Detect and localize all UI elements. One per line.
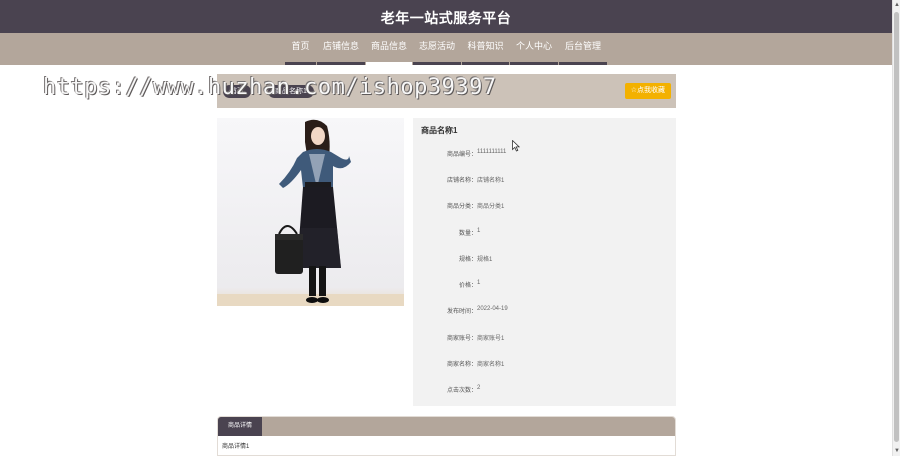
field-label: 价格：	[458, 283, 477, 289]
nav-item-profile[interactable]: 个人中心	[510, 33, 558, 65]
nav-item-products[interactable]: 商品信息	[366, 33, 412, 65]
details-content: 商品详情1	[222, 444, 250, 450]
field-label: 规格：	[458, 257, 477, 263]
info-row: 规格： 规格1	[413, 252, 676, 264]
info-row: 商家账号： 商家账号1	[413, 331, 676, 343]
nav-item-label: 志愿活动	[418, 41, 455, 51]
field-label: 商品分类：	[446, 204, 477, 210]
info-row: 商品编号： 1111111111	[413, 147, 676, 159]
field-value: 商品分类1	[477, 204, 505, 210]
product-photo	[217, 118, 404, 306]
header-bar: 老年一站式服务平台	[0, 0, 892, 33]
site-title: 老年一站式服务平台	[380, 10, 512, 26]
field-value: 2	[477, 385, 481, 391]
field-value: 1	[477, 228, 481, 234]
product-image	[217, 118, 404, 306]
nav-item-label: 店铺信息	[322, 41, 359, 51]
field-value: 1111111111	[477, 149, 507, 155]
info-row: 数量： 1	[413, 226, 676, 238]
field-label: 发布时间：	[446, 309, 477, 315]
field-label: 数量：	[458, 231, 477, 237]
scroll-down-icon[interactable]: ▼	[893, 446, 900, 456]
nav-item-label: 商品信息	[370, 41, 407, 51]
nav-item-shops[interactable]: 店铺信息	[317, 33, 365, 65]
field-label: 商家账号：	[446, 336, 477, 342]
watermark-text: https://www.huzhan.com/ishop39397	[43, 75, 497, 100]
favorite-button[interactable]: ☆点我收藏	[624, 83, 671, 99]
product-name: 商品名称1	[421, 126, 458, 135]
nav-item-label: 个人中心	[515, 41, 552, 51]
tab-product-details[interactable]: 商品详情	[218, 417, 262, 436]
nav-item-label: 后台管理	[564, 41, 601, 51]
nav-item-label: 科普知识	[467, 41, 504, 51]
field-value: 商家名称1	[477, 362, 505, 368]
field-value: 店铺名称1	[477, 178, 505, 184]
field-label: 商家名称：	[446, 362, 477, 368]
details-tab-bar: 商品详情	[218, 417, 675, 436]
field-value: 2022-04-19	[477, 306, 508, 312]
nav-item-volunteer[interactable]: 志愿活动	[413, 33, 461, 65]
nav-item-label: 首页	[291, 41, 310, 51]
field-value: 商家账号1	[477, 336, 505, 342]
nav-item-home[interactable]: 首页	[285, 33, 316, 65]
field-label: 点击次数：	[446, 388, 477, 394]
nav-item-knowledge[interactable]: 科普知识	[462, 33, 509, 65]
field-value: 规格1	[477, 257, 493, 263]
mouse-cursor-icon	[512, 140, 520, 152]
scroll-thumb[interactable]	[894, 12, 899, 442]
field-value: 1	[477, 280, 481, 286]
info-row: 点击次数： 2	[413, 383, 676, 395]
info-row: 商品分类： 商品分类1	[413, 199, 676, 211]
info-row: 发布时间： 2022-04-19	[413, 304, 676, 316]
product-details-section: 商品详情 商品详情1	[217, 416, 676, 456]
main-nav: 首页 店铺信息 商品信息 志愿活动 科普知识 个人中心 后台管理	[0, 33, 892, 65]
scroll-up-icon[interactable]: ▲	[893, 0, 900, 10]
field-label: 店铺名称：	[446, 178, 477, 184]
info-row: 商家名称： 商家名称1	[413, 357, 676, 369]
info-row: 店铺名称： 店铺名称1	[413, 173, 676, 185]
info-row: 价格： 1	[413, 278, 676, 290]
field-label: 商品编号：	[446, 152, 477, 158]
product-info-panel: 商品名称1 商品编号： 1111111111 店铺名称： 店铺名称1 商品分类：…	[413, 118, 676, 406]
nav-item-admin[interactable]: 后台管理	[559, 33, 607, 65]
page-scrollbar[interactable]: ▲ ▼	[892, 0, 900, 456]
